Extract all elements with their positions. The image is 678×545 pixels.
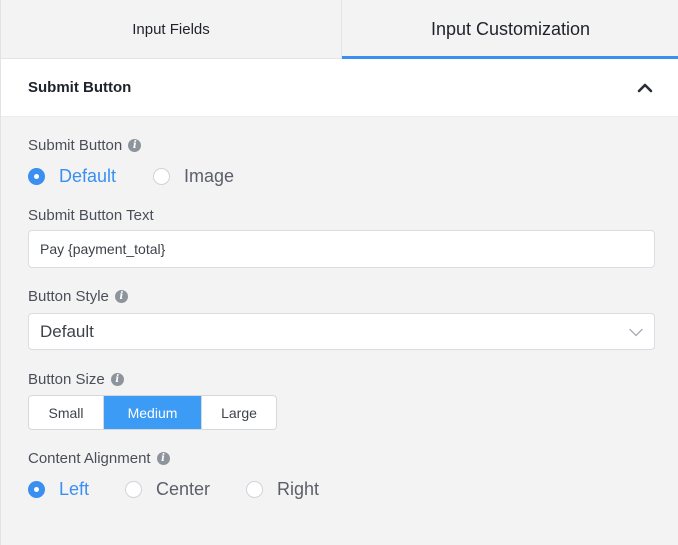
radio-left-circle (28, 481, 45, 498)
info-icon[interactable]: i (156, 452, 170, 465)
button-size-label-text: Button Size (28, 371, 105, 388)
info-icon[interactable]: i (128, 139, 142, 152)
size-small-button[interactable]: Small (29, 396, 104, 429)
content-alignment-label-text: Content Alignment (28, 450, 151, 467)
section-title: Submit Button (28, 79, 132, 96)
tab-input-customization-label: Input Customization (430, 18, 591, 39)
radio-default-circle (28, 168, 45, 185)
button-size-segmented-control: Small Medium Large (28, 395, 277, 430)
section-content: Submit Button i Default Image Submit But… (1, 137, 678, 500)
radio-image-circle (153, 168, 170, 185)
radio-left[interactable]: Left (28, 479, 125, 500)
radio-left-label: Left (59, 479, 90, 499)
info-icon[interactable]: i (110, 373, 124, 386)
content-alignment-radio-group: Left Center Right (28, 479, 654, 500)
tab-bar: Input Fields Input Customization (1, 0, 678, 59)
tab-input-customization[interactable]: Input Customization (342, 0, 678, 59)
radio-default-label: Default (59, 166, 117, 186)
size-medium-button[interactable]: Medium (104, 396, 202, 429)
radio-right-label: Right (277, 479, 320, 499)
button-style-select[interactable]: Default (28, 313, 655, 350)
radio-image[interactable]: Image (153, 166, 234, 187)
button-style-value: Default (40, 321, 94, 341)
size-medium-label: Medium (127, 404, 178, 421)
button-size-label: Button Size i (28, 371, 654, 388)
content-alignment-label: Content Alignment i (28, 450, 654, 467)
submit-button-radio-group: Default Image (28, 166, 654, 187)
radio-center[interactable]: Center (125, 479, 246, 500)
chevron-down-icon (629, 322, 643, 342)
button-style-label-text: Button Style (28, 288, 109, 305)
submit-text-label-text: Submit Button Text (28, 207, 154, 224)
submit-button-label-text: Submit Button (28, 137, 123, 154)
submit-text-input[interactable]: Pay {payment_total} (28, 230, 655, 268)
radio-center-circle (125, 481, 142, 498)
radio-image-label: Image (184, 166, 235, 186)
button-style-label: Button Style i (28, 288, 654, 305)
submit-text-label: Submit Button Text (28, 207, 654, 224)
size-small-label: Small (48, 404, 84, 421)
info-icon[interactable]: i (114, 290, 128, 303)
settings-panel: Input Fields Input Customization Submit … (0, 0, 678, 545)
chevron-up-icon[interactable] (636, 79, 654, 97)
size-large-label: Large (221, 404, 257, 421)
submit-button-label: Submit Button i (28, 137, 654, 154)
size-large-button[interactable]: Large (202, 396, 276, 429)
radio-default[interactable]: Default (28, 166, 153, 187)
radio-center-label: Center (156, 479, 211, 499)
tab-input-fields-label: Input Fields (132, 20, 210, 38)
submit-button-section-header[interactable]: Submit Button (1, 59, 678, 117)
tab-input-fields[interactable]: Input Fields (1, 0, 342, 58)
radio-right[interactable]: Right (246, 479, 319, 500)
submit-text-value: Pay {payment_total} (40, 241, 166, 257)
radio-right-circle (246, 481, 263, 498)
